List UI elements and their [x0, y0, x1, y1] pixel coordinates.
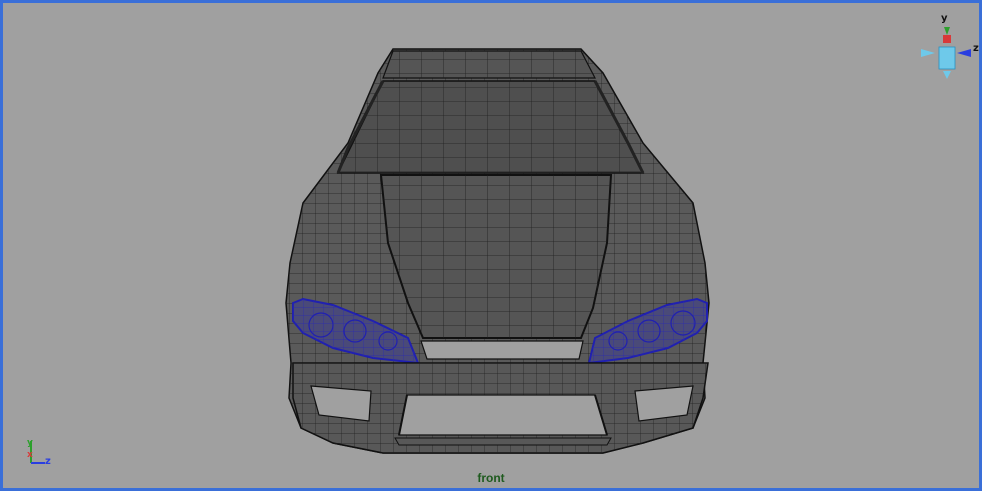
- bumper-vent-center: [398, 394, 608, 436]
- view-cube-body[interactable]: [938, 46, 956, 70]
- view-cube-icon[interactable]: y z: [913, 11, 979, 83]
- view-cube-down-arrow[interactable]: [943, 71, 951, 79]
- axis-gizmo-y-label: y: [27, 438, 33, 448]
- bumper-vent-right: [634, 385, 694, 422]
- car-wireframe-icon[interactable]: [3, 3, 979, 488]
- camera-label: front: [477, 471, 505, 485]
- view-cube-z-arrow[interactable]: [957, 49, 971, 57]
- axis-gizmo-x-label: x: [27, 450, 33, 460]
- view-cube-z-label: z: [973, 43, 979, 54]
- grille-opening: [420, 340, 584, 360]
- view-cube-y-arrow[interactable]: [944, 27, 950, 35]
- viewport-front[interactable]: y z y x z front: [0, 0, 982, 491]
- axis-gizmo-z-label: z: [45, 456, 51, 467]
- view-cube-y-label: y: [941, 13, 948, 24]
- view-cube-left-arrow[interactable]: [921, 49, 935, 57]
- axis-gizmo-icon: y x z: [27, 438, 51, 467]
